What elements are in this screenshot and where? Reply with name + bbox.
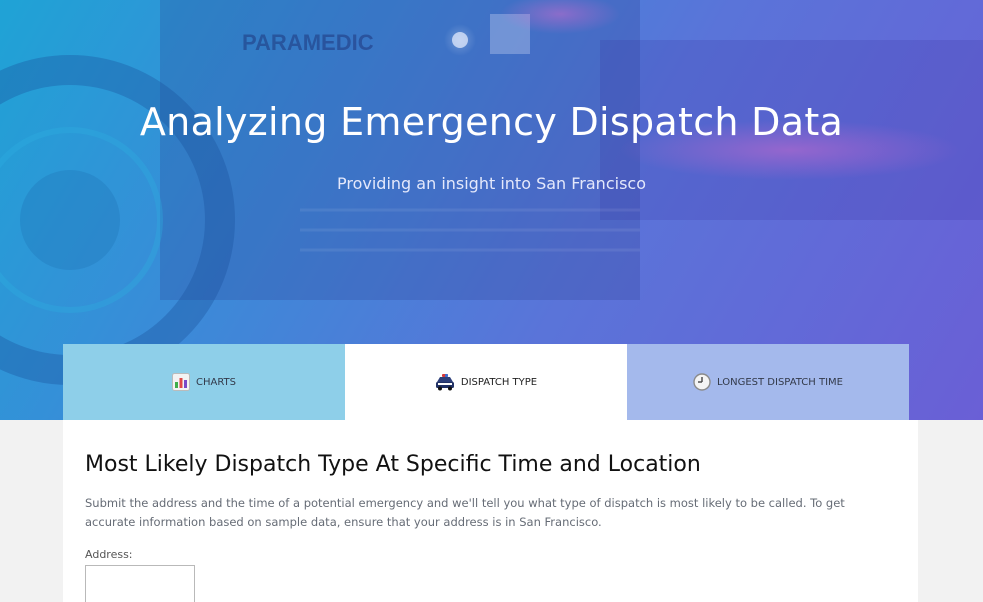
paramedic-label: PARAMEDIC bbox=[242, 30, 374, 55]
page-title: Analyzing Emergency Dispatch Data bbox=[139, 100, 844, 144]
police-car-icon bbox=[435, 374, 454, 391]
page-subtitle: Providing an insight into San Francisco bbox=[337, 174, 646, 193]
address-label: Address: bbox=[85, 548, 133, 561]
dispatch-type-panel: Most Likely Dispatch Type At Specific Ti… bbox=[63, 420, 918, 602]
tab-longest-dispatch-time-label: LONGEST DISPATCH TIME bbox=[717, 376, 843, 388]
section-description: Submit the address and the time of a pot… bbox=[85, 496, 845, 529]
tab-dispatch-type[interactable]: DISPATCH TYPE bbox=[345, 344, 627, 420]
section-title: Most Likely Dispatch Type At Specific Ti… bbox=[85, 452, 701, 477]
tab-longest-dispatch-time[interactable]: LONGEST DISPATCH TIME bbox=[627, 344, 909, 420]
page: PARAMEDIC Analyzing Emergency Dispatch D… bbox=[0, 0, 983, 602]
clock-icon bbox=[693, 373, 711, 391]
bar-chart-icon bbox=[171, 373, 190, 391]
tab-charts-label: CHARTS bbox=[195, 376, 237, 388]
tab-charts[interactable]: CHARTS bbox=[63, 344, 345, 420]
tab-dispatch-type-label: DISPATCH TYPE bbox=[460, 376, 538, 388]
tab-bar: CHARTS DISPATCH TYPE LONGEST DISPATCH TI… bbox=[63, 344, 909, 420]
address-input[interactable] bbox=[85, 565, 195, 602]
